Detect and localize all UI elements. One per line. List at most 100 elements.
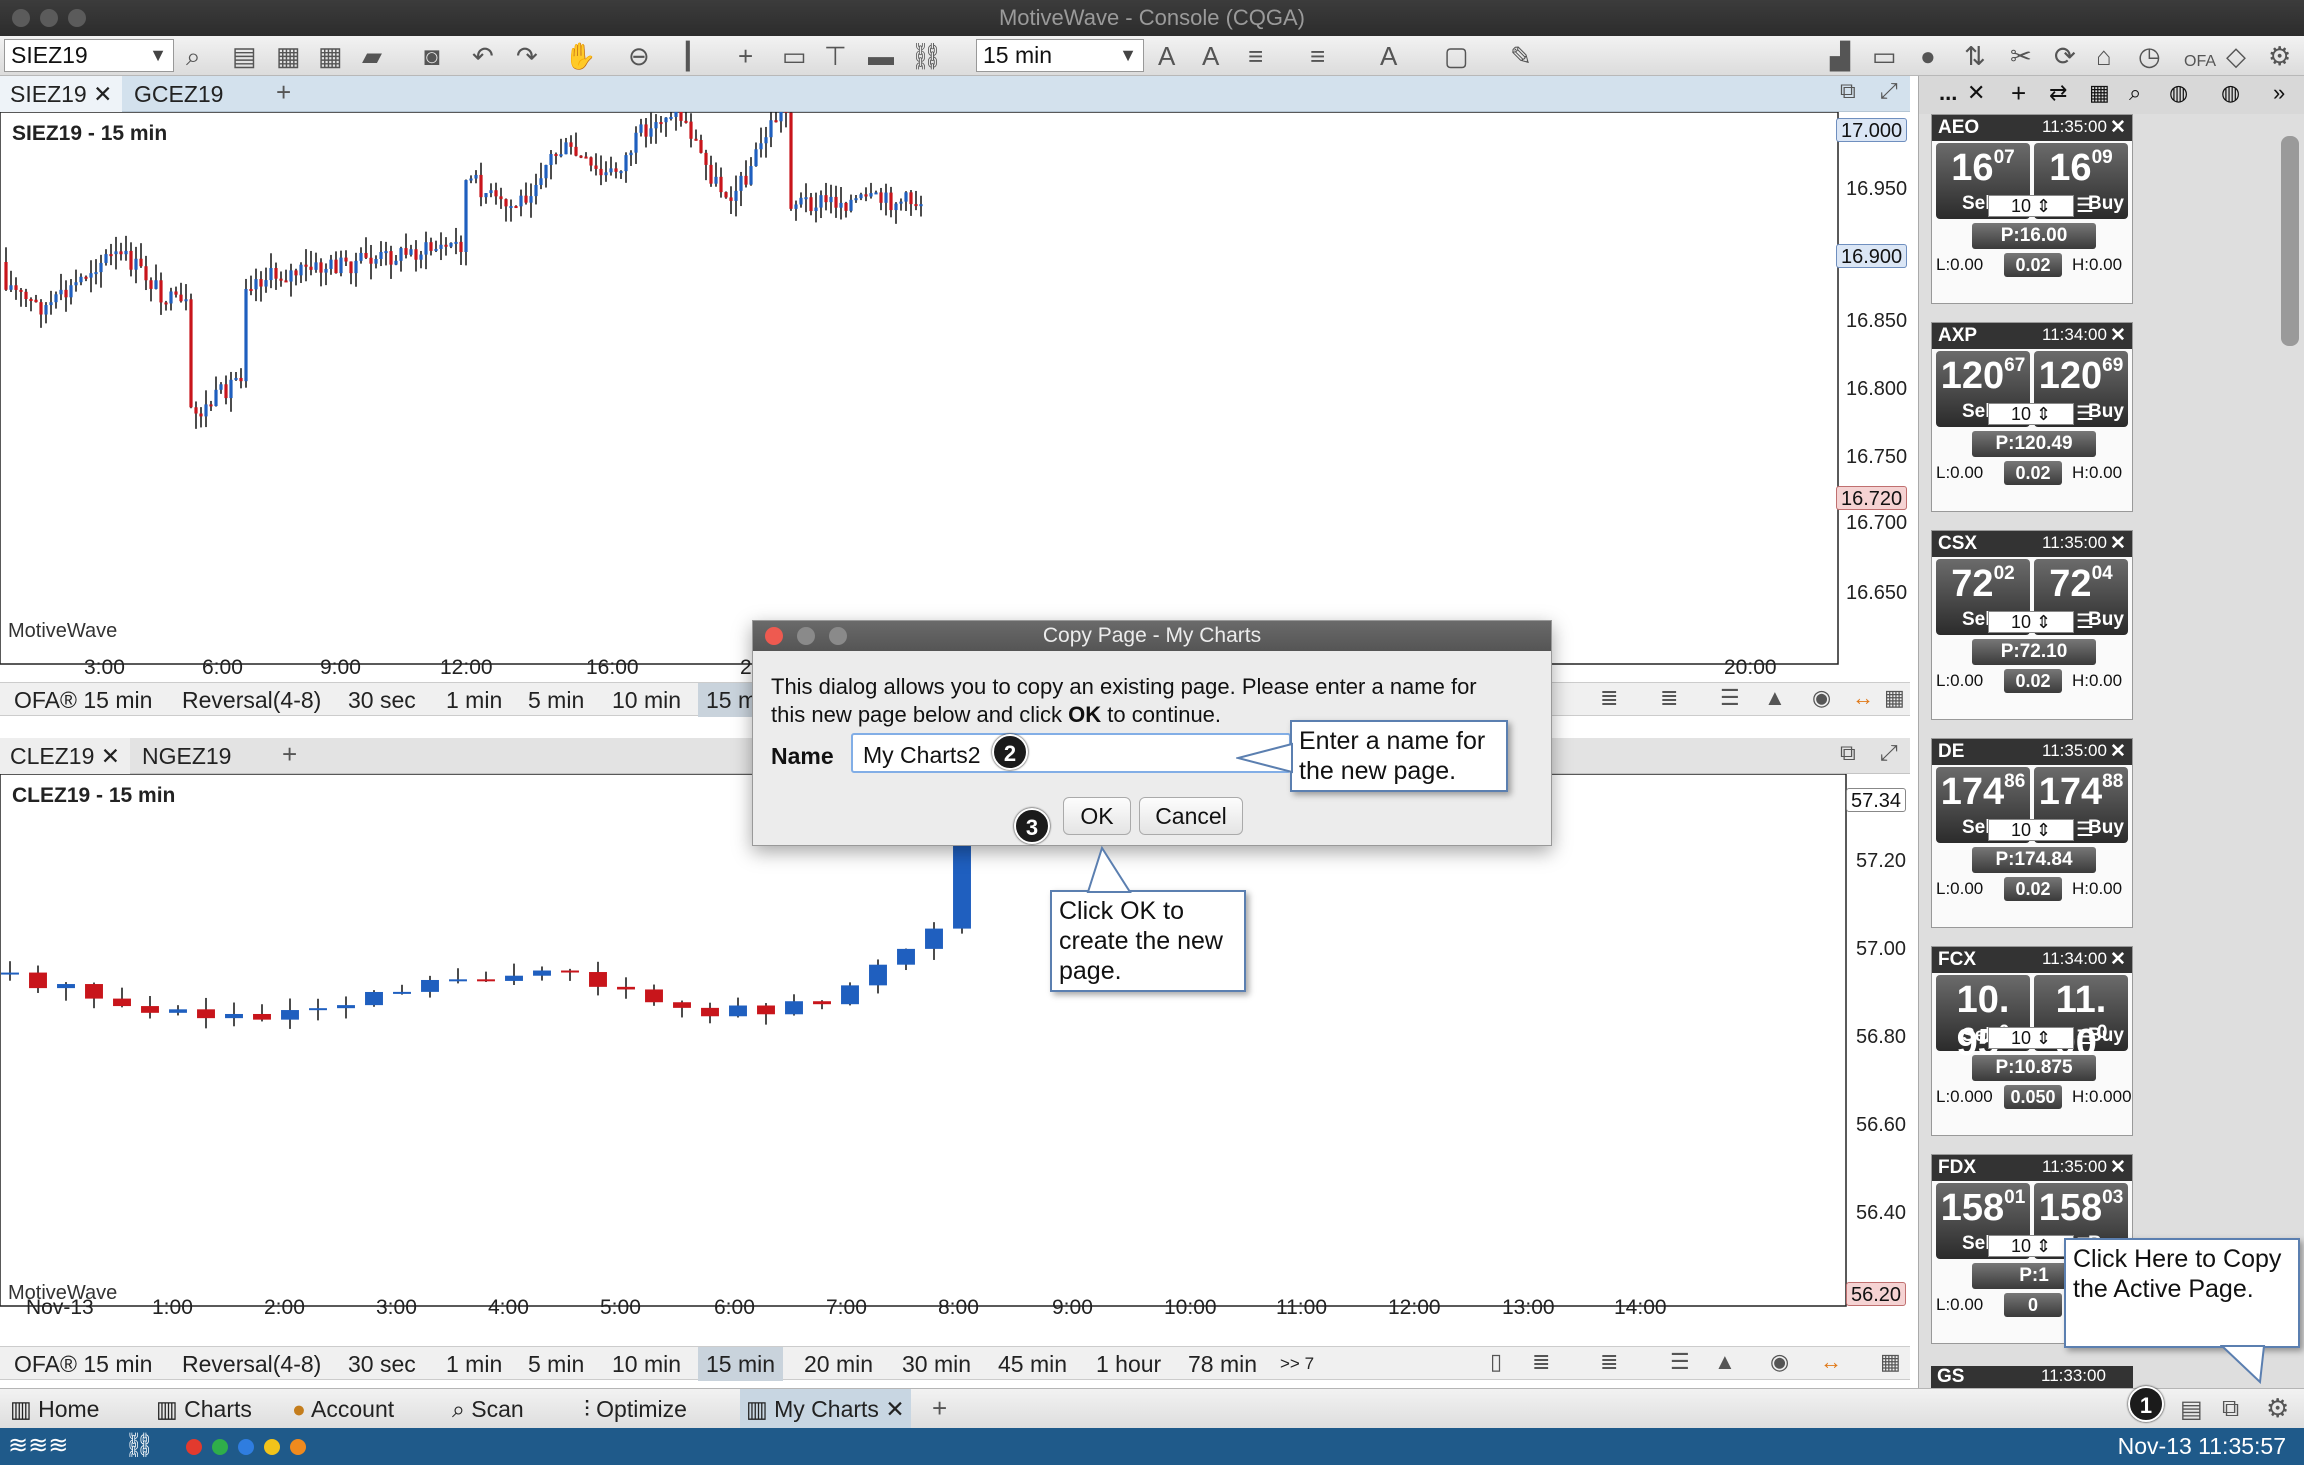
monitor-icon[interactable]: ▭: [1872, 42, 1897, 70]
line-style-icon[interactable]: ≡: [1248, 42, 1263, 70]
open-folder-icon[interactable]: ▰: [362, 42, 382, 70]
bar-size-1min[interactable]: 1 min: [438, 683, 510, 717]
pan-hand-icon[interactable]: ✋: [564, 42, 596, 70]
ok-button[interactable]: OK: [1063, 797, 1131, 835]
close-icon[interactable]: ✕: [1967, 80, 1985, 106]
cancel-button[interactable]: Cancel: [1139, 797, 1243, 835]
fill-color-icon[interactable]: ▢: [1444, 42, 1469, 70]
close-icon[interactable]: ✕: [101, 743, 120, 769]
indicator-icon[interactable]: ≣: [1600, 685, 1618, 711]
calendar-icon[interactable]: ▦: [1880, 1349, 1901, 1375]
close-icon[interactable]: ✕: [2110, 948, 2126, 971]
globe-icon[interactable]: ●: [1920, 42, 1936, 70]
bar-size-15min[interactable]: 15 min: [698, 1347, 784, 1381]
quote-card-de[interactable]: DE 11:35:00 ✕ 17486 Sell 17488 Buy 10 ⇕ ☰ P:174.8…: [1931, 738, 2133, 928]
sort-icon[interactable]: ⇅: [1964, 42, 1986, 70]
bar-size-78min[interactable]: 78 min: [1180, 1347, 1265, 1381]
tools-icon[interactable]: ✂: [2010, 42, 2032, 70]
bottom-chart-svg[interactable]: [0, 774, 1910, 1320]
save-icon[interactable]: ▦: [276, 42, 301, 70]
bar-size-ofa[interactable]: OFA® 15 min: [6, 1347, 160, 1381]
nav-my-charts[interactable]: ▥ My Charts ✕: [740, 1389, 911, 1429]
zoom-out-icon[interactable]: ⊖: [628, 42, 650, 70]
eye-icon[interactable]: ◉: [1812, 685, 1831, 711]
tab-ngez19[interactable]: NGEZ19: [132, 738, 241, 774]
crosshair-icon[interactable]: +: [738, 42, 753, 70]
text-color-icon[interactable]: A: [1380, 42, 1397, 70]
tab-gcez19[interactable]: GCEZ19: [124, 76, 233, 112]
nav-charts[interactable]: ▥ Charts: [150, 1389, 258, 1429]
chevron-right-icon[interactable]: »: [2273, 80, 2285, 106]
more-bar-sizes[interactable]: >> 7: [1272, 1347, 1322, 1381]
quantity-stepper[interactable]: 10 ⇕: [1988, 819, 2074, 841]
quote-card-fcx[interactable]: FCX11:34:00✕10. 950Sell11. 000Buy10 ⇕☰P:…: [1931, 946, 2133, 1136]
swap-icon[interactable]: ⇄: [2049, 80, 2067, 106]
maximize-icon[interactable]: ⤢: [1880, 78, 1898, 104]
range-icon[interactable]: ↔: [1852, 685, 1874, 711]
last-price[interactable]: P:120.49: [1972, 431, 2096, 457]
nav-scan[interactable]: ⌕ Scan: [446, 1389, 530, 1429]
nav-account[interactable]: ● Account: [286, 1389, 400, 1429]
indicator-icon[interactable]: ≣: [1600, 1349, 1618, 1375]
undo-icon[interactable]: ↶: [472, 42, 494, 70]
link-icon[interactable]: ⛓: [910, 42, 943, 70]
line-color-icon[interactable]: ✎: [1510, 42, 1532, 70]
bar-size-45min[interactable]: 45 min: [990, 1347, 1075, 1381]
bar-size-reversal[interactable]: Reversal(4-8): [174, 1347, 329, 1381]
quantity-stepper[interactable]: 10 ⇕: [1988, 611, 2074, 633]
bar-size-30sec[interactable]: 30 sec: [340, 1347, 424, 1381]
detach-icon[interactable]: ⧉: [1840, 78, 1856, 104]
bottom-chart[interactable]: CLEZ19 - 15 min MotiveWave 57.20 57.00 56.…: [0, 774, 1910, 1320]
bar-size-ofa[interactable]: OFA® 15 min: [6, 683, 160, 717]
quote-card-aeo[interactable]: AEO 11:35:00 ✕ 1607 Sell 1609 Buy 10 ⇕ ☰ P:16.00 L…: [1931, 114, 2133, 304]
study-icon[interactable]: ▲: [1714, 1349, 1736, 1375]
page-layout-icon[interactable]: ▤: [2180, 1395, 2203, 1424]
minimize-window-icon[interactable]: [40, 9, 58, 27]
add-icon[interactable]: +: [2011, 78, 2026, 109]
add-page-icon[interactable]: +: [932, 1393, 947, 1424]
search-icon[interactable]: ⌕: [186, 42, 201, 70]
eye-icon[interactable]: ◉: [1770, 1349, 1789, 1375]
gear-icon[interactable]: ⚙: [2268, 42, 2291, 70]
quantity-stepper[interactable]: 10 ⇕: [1988, 195, 2074, 217]
close-icon[interactable]: ✕: [2110, 324, 2126, 347]
list-icon[interactable]: ☰: [1670, 1349, 1690, 1375]
close-icon[interactable]: ✕: [2110, 740, 2126, 763]
bar-size-10min[interactable]: 10 min: [604, 1347, 689, 1381]
bar-size-10min[interactable]: 10 min: [604, 683, 689, 717]
close-window-icon[interactable]: [12, 9, 30, 27]
zoom-window-icon[interactable]: [68, 9, 86, 27]
quote-card-csx[interactable]: CSX 11:35:00 ✕ 7202 Sell 7204 Buy 10 ⇕ ☰ P:72.10 L…: [1931, 530, 2133, 720]
menu-icon[interactable]: ☰: [2076, 609, 2094, 634]
add-tab-icon[interactable]: +: [282, 739, 297, 770]
database-icon[interactable]: ◍: [2169, 80, 2188, 106]
nav-optimize[interactable]: ⫶ Optimize: [578, 1389, 693, 1429]
calendar-icon[interactable]: ▦: [1884, 685, 1905, 711]
copy-page-icon[interactable]: ⧉: [2222, 1395, 2239, 1423]
bar-size-1min[interactable]: 1 min: [438, 1347, 510, 1381]
quantity-stepper[interactable]: 10 ⇕: [1988, 403, 2074, 425]
tab-clez19[interactable]: CLEZ19 ✕: [0, 738, 131, 774]
camera-icon[interactable]: ◙: [424, 42, 440, 70]
bar-size-30min[interactable]: 30 min: [894, 1347, 979, 1381]
bar-size-20min[interactable]: 20 min: [796, 1347, 881, 1381]
close-icon[interactable]: ✕: [2110, 116, 2126, 139]
tab-siez19[interactable]: SIEZ19 ✕: [0, 76, 123, 112]
save-as-icon[interactable]: ▦: [318, 42, 343, 70]
bar-size-5min[interactable]: 5 min: [520, 1347, 592, 1381]
close-icon[interactable]: ✕: [93, 81, 112, 107]
menu-icon[interactable]: ☰: [2076, 193, 2094, 218]
menu-icon[interactable]: ☰: [2076, 1025, 2094, 1050]
quantity-stepper[interactable]: 10 ⇕: [1988, 1235, 2074, 1257]
range-icon[interactable]: ↔: [1820, 1349, 1842, 1375]
last-price[interactable]: P:16.00: [1972, 223, 2096, 249]
study-icon[interactable]: ▲: [1764, 685, 1786, 711]
cursor-icon[interactable]: ▭: [782, 42, 807, 70]
line-weight-icon[interactable]: ≡: [1310, 42, 1325, 70]
symbol-combo[interactable]: SIEZ19 ▼: [4, 39, 174, 72]
quote-card-gs[interactable]: GS 11:33:00: [1931, 1366, 2133, 1388]
quote-card-axp[interactable]: AXP 11:34:00 ✕ 12067 Sell 12069 Buy 10 ⇕ ☰ P:120.…: [1931, 322, 2133, 512]
quantity-stepper[interactable]: 10 ⇕: [1988, 1027, 2074, 1049]
indicator-icon[interactable]: ≣: [1660, 685, 1678, 711]
refresh-icon[interactable]: ⟳: [2054, 42, 2076, 70]
